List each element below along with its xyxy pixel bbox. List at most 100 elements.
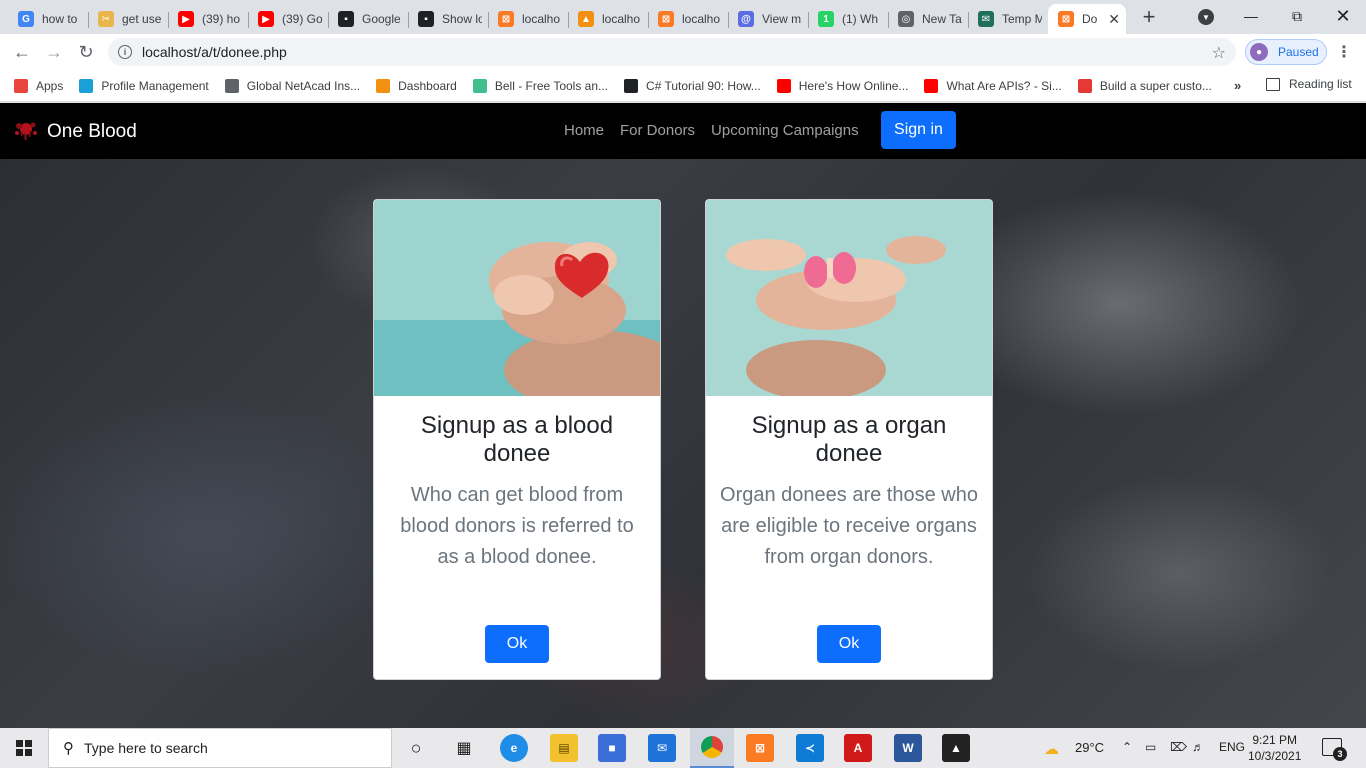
bookmark-item[interactable]: Here's How Online...: [776, 78, 909, 93]
weather-temp[interactable]: 29°C: [1075, 740, 1104, 755]
bookmark-item[interactable]: Build a super custo...: [1077, 78, 1212, 93]
browser-tab[interactable]: Ghow to: [8, 4, 88, 34]
browser-tab[interactable]: ▪ Google: [328, 4, 408, 34]
bookmark-item[interactable]: Profile Management: [79, 78, 209, 93]
whatsapp-icon: 1: [818, 11, 834, 27]
bookmark-item[interactable]: Global NetAcad Ins...: [224, 78, 360, 93]
windows-start-icon[interactable]: [16, 740, 32, 756]
xampp-icon: ⊠: [1058, 11, 1074, 27]
browser-toolbar: ← → ↻ i localhost/a/t/donee.php ☆ ● Paus…: [0, 34, 1366, 70]
bookmark-star-icon[interactable]: ☆: [1212, 43, 1226, 63]
reading-list-button[interactable]: Reading list: [1266, 77, 1352, 91]
forward-button[interactable]: →: [38, 36, 70, 68]
url-text[interactable]: localhost/a/t/donee.php: [142, 44, 287, 60]
tab-list: Ghow to ✂ get use ▶ (39) ho ▶ (39) Go ▪ Google ▪ S…: [0, 0, 1126, 34]
card-description: Who can get blood from blood donors is r…: [400, 484, 634, 568]
organ-donee-card: Signup as a organ donee Organ donees are…: [705, 199, 993, 680]
browser-tab[interactable]: ⊠ Do ✕: [1048, 4, 1126, 34]
edge-icon[interactable]: e: [500, 734, 528, 762]
new-tab-button[interactable]: +: [1134, 2, 1164, 32]
bookmark-item[interactable]: Apps: [14, 78, 63, 93]
dashboard-icon: [376, 78, 391, 93]
clock[interactable]: 9:21 PM 10/3/2021: [1248, 732, 1301, 764]
browser-tab[interactable]: ✂ get use: [88, 4, 168, 34]
acrobat-icon[interactable]: A: [844, 734, 872, 762]
address-bar[interactable]: i localhost/a/t/donee.php ☆: [108, 38, 1236, 66]
tab-title: get use: [122, 12, 162, 26]
weather-icon[interactable]: ☁: [1044, 740, 1059, 758]
youtube-icon: [776, 78, 791, 93]
bookmark-label: Profile Management: [101, 78, 209, 93]
browser-tab[interactable]: ⊠ localho: [648, 4, 728, 34]
close-window-button[interactable]: ✕: [1320, 0, 1366, 32]
tab-title: (1) Wh: [842, 12, 878, 26]
xampp-icon: ⊠: [658, 11, 674, 27]
bookmark-label: Here's How Online...: [798, 78, 909, 93]
back-button[interactable]: ←: [6, 36, 38, 68]
bookmark-item[interactable]: C# Tutorial 90: How...: [624, 78, 761, 93]
cisco-icon: [79, 78, 94, 93]
browser-tab[interactable]: ▪ Show lo: [408, 4, 488, 34]
brand-name[interactable]: One Blood: [47, 121, 137, 143]
browser-tab[interactable]: 1 (1) Wh: [808, 4, 888, 34]
browser-tab[interactable]: ⊠ localho: [488, 4, 568, 34]
nav-upcoming-campaigns-link[interactable]: Upcoming Campaigns: [711, 122, 859, 139]
sign-in-button[interactable]: Sign in: [881, 111, 956, 149]
hands-holding-heart-image: [374, 200, 660, 396]
word-icon[interactable]: W: [894, 734, 922, 762]
photos-icon[interactable]: ▲: [942, 734, 970, 762]
reload-button[interactable]: ↻: [70, 36, 102, 68]
bookmark-label: Dashboard: [398, 78, 457, 93]
battery-icon[interactable]: ▭: [1145, 740, 1156, 754]
chrome-taskbar-icon[interactable]: [690, 728, 734, 768]
nav-home-link[interactable]: Home: [564, 122, 604, 139]
vscode-icon[interactable]: ≺: [796, 734, 824, 762]
card-title: Signup as a blood donee: [420, 412, 614, 467]
notification-center-icon[interactable]: 3: [1322, 738, 1347, 761]
profile-button[interactable]: ● Paused: [1245, 39, 1327, 65]
clock-date: 10/3/2021: [1248, 749, 1302, 763]
bookmarks-overflow-button[interactable]: »: [1234, 78, 1241, 93]
browser-tab[interactable]: ▲ localho: [568, 4, 648, 34]
wifi-icon[interactable]: ⌦: [1170, 740, 1187, 754]
tab-title: Show lo: [442, 12, 482, 26]
browser-tab[interactable]: ✉ Temp M: [968, 4, 1048, 34]
nav-for-donors-link[interactable]: For Donors: [620, 122, 695, 139]
browser-tab[interactable]: ▶ (39) Go: [248, 4, 328, 34]
bookmark-item[interactable]: Bell - Free Tools an...: [472, 78, 608, 93]
mail-icon[interactable]: ✉: [648, 734, 676, 762]
bookmark-list: Apps Profile Management Global NetAcad Ins…: [14, 78, 1228, 93]
browser-tab[interactable]: ▶ (39) ho: [168, 4, 248, 34]
card-description: Organ donees are those who are eligible …: [720, 484, 978, 568]
xampp-icon: ⊠: [498, 11, 514, 27]
xampp-icon[interactable]: ⊠: [746, 734, 774, 762]
chevron-up-icon[interactable]: ⌃: [1122, 740, 1132, 754]
tab-search-icon[interactable]: ▼: [1198, 9, 1214, 25]
bookmark-item[interactable]: Dashboard: [376, 78, 457, 93]
cortana-icon[interactable]: ○: [402, 734, 430, 762]
hands-holding-kidneys-image: [706, 200, 992, 396]
tab-title: localho: [602, 12, 641, 26]
close-tab-icon[interactable]: ✕: [1108, 11, 1120, 28]
file-explorer-icon[interactable]: ▤: [550, 734, 578, 762]
task-view-icon[interactable]: ▦: [450, 734, 478, 762]
bookmark-item[interactable]: What Are APIs? - Si...: [924, 78, 1062, 93]
restore-button[interactable]: ⧉: [1274, 0, 1320, 32]
store-icon[interactable]: ■: [598, 734, 626, 762]
bookmark-label: What Are APIs? - Si...: [946, 78, 1062, 93]
browser-tab[interactable]: ◎ New Ta: [888, 4, 968, 34]
minimize-button[interactable]: —: [1228, 0, 1274, 32]
volume-icon[interactable]: ♬: [1192, 740, 1204, 754]
tab-title: Do: [1082, 12, 1098, 26]
sl-icon: [1077, 78, 1092, 93]
browser-tab[interactable]: @ View m: [728, 4, 808, 34]
taskbar-search-box[interactable]: ⚲ Type here to search: [48, 728, 392, 768]
terminal-icon: ▪: [338, 11, 354, 27]
blood-donee-ok-button[interactable]: Ok: [485, 625, 549, 663]
organ-donee-ok-button[interactable]: Ok: [817, 625, 881, 663]
site-info-icon[interactable]: i: [118, 45, 132, 59]
language-indicator[interactable]: ENG: [1219, 740, 1245, 754]
menu-kebab-icon[interactable]: ⋮: [1336, 42, 1352, 62]
blood-splatter-logo-icon[interactable]: [12, 119, 40, 141]
reading-list-icon: [1266, 77, 1280, 91]
